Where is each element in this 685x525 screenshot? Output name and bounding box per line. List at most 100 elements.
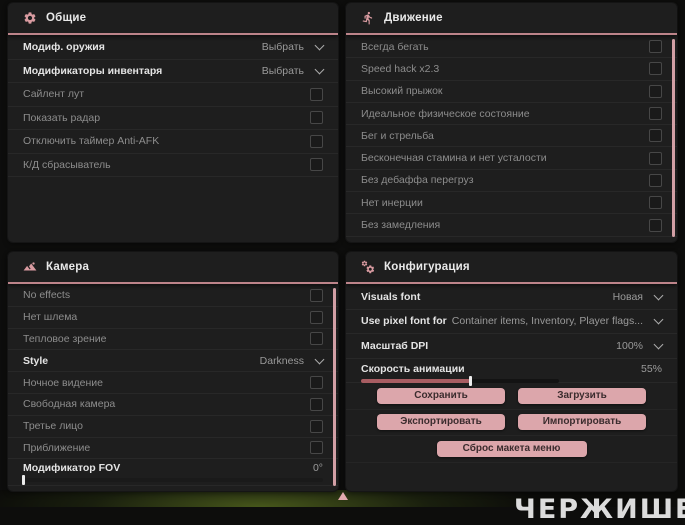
slider[interactable] bbox=[361, 375, 559, 386]
toggle-row[interactable]: Приближение bbox=[8, 438, 338, 460]
checkbox[interactable] bbox=[310, 419, 323, 433]
chevron-down-icon bbox=[653, 314, 664, 325]
toggle-row[interactable]: Всегда бегать bbox=[346, 36, 677, 59]
setting-label: Идеальное физическое состояние bbox=[361, 107, 530, 120]
toggle-row[interactable]: No effects bbox=[8, 285, 338, 307]
dropdown-value: Выбрать bbox=[261, 41, 304, 54]
runner-icon bbox=[361, 11, 375, 25]
slider-fill bbox=[361, 378, 470, 383]
toggle-row[interactable]: Ночное видение bbox=[8, 372, 338, 394]
dropdown[interactable]: Darkness bbox=[260, 354, 325, 367]
panel-camera: Камера No effects Нет шлема Тепловое зрени… bbox=[8, 252, 338, 491]
dropdown-row: Масштаб DPI 100% bbox=[346, 334, 677, 359]
dropdown[interactable]: 100% bbox=[616, 339, 664, 352]
checkbox[interactable] bbox=[310, 111, 323, 125]
setting-label: Нет инерции bbox=[361, 196, 423, 209]
button-row: Сброс макета меню bbox=[346, 436, 677, 463]
toggle-row[interactable]: Третье лицо bbox=[8, 416, 338, 438]
setting-label: Масштаб DPI bbox=[361, 339, 429, 352]
settings-rows: Модиф. оружия Выбрать Модификаторы инвента… bbox=[8, 36, 338, 238]
settings-rows: Всегда бегать Speed hack x2.3 Высокий прыж… bbox=[346, 36, 677, 238]
toggle-row[interactable]: Speed hack x2.3 bbox=[346, 58, 677, 81]
dropdown-value: Выбрать bbox=[261, 64, 304, 77]
toggle-row[interactable]: Тепловое зрение bbox=[8, 329, 338, 351]
cursor-triangle-icon bbox=[338, 492, 348, 500]
toggle-row[interactable]: Без замедления bbox=[346, 214, 677, 237]
toggle-row[interactable]: Идеальное физическое состояние bbox=[346, 103, 677, 126]
toggle-row[interactable]: Без дебаффа перегруз bbox=[346, 170, 677, 193]
checkbox[interactable] bbox=[310, 87, 323, 101]
slider-handle[interactable] bbox=[468, 375, 472, 386]
checkbox[interactable] bbox=[649, 62, 662, 76]
settings-rows: No effects Нет шлема Тепловое зрение Style D… bbox=[8, 285, 338, 487]
setting-label: Всегда бегать bbox=[361, 40, 429, 53]
checkbox[interactable] bbox=[649, 218, 662, 232]
dropdown[interactable]: Выбрать bbox=[261, 64, 325, 77]
setting-label: Скорость анимации bbox=[361, 362, 465, 375]
slider-handle[interactable] bbox=[22, 475, 25, 486]
setting-label: Visuals font bbox=[361, 290, 421, 303]
slider-value: 55% bbox=[640, 362, 662, 375]
checkbox[interactable] bbox=[310, 397, 323, 411]
toggle-row[interactable]: Бесконечная стамина и нет усталости bbox=[346, 147, 677, 170]
toggle-row[interactable]: Нет инерции bbox=[346, 192, 677, 215]
setting-label: Приближение bbox=[23, 441, 91, 454]
dropdown[interactable]: Выбрать bbox=[261, 40, 325, 54]
checkbox[interactable] bbox=[310, 158, 323, 172]
scrollbar[interactable] bbox=[672, 39, 675, 237]
checkbox[interactable] bbox=[649, 84, 662, 98]
toggle-row[interactable]: Нет шлема bbox=[8, 307, 338, 329]
checkbox[interactable] bbox=[649, 173, 662, 187]
dropdown[interactable]: Новая bbox=[613, 290, 664, 303]
chevron-down-icon bbox=[314, 64, 325, 75]
setting-label: Use pixel font for bbox=[361, 315, 447, 328]
settings-rows: Visuals font Новая Use pixel font for Conta… bbox=[346, 285, 677, 487]
panel-config-header: Конфигурация bbox=[346, 252, 677, 284]
chevron-down-icon bbox=[653, 339, 664, 350]
setting-label: Свободная камера bbox=[23, 398, 116, 411]
checkbox[interactable] bbox=[310, 376, 323, 390]
checkbox[interactable] bbox=[649, 40, 662, 54]
save-button[interactable]: Сохранить bbox=[377, 387, 505, 404]
setting-label: Style bbox=[23, 354, 49, 367]
panel-title: Камера bbox=[46, 261, 90, 273]
setting-label: Бег и стрельба bbox=[361, 129, 434, 142]
load-button[interactable]: Загрузить bbox=[518, 387, 646, 404]
setting-label: Нет шлема bbox=[23, 311, 78, 324]
slider-value: 0° bbox=[312, 462, 323, 475]
panel-title: Общие bbox=[46, 12, 87, 24]
checkbox[interactable] bbox=[310, 332, 323, 346]
dropdown-row: Style Darkness bbox=[8, 350, 338, 373]
checkbox[interactable] bbox=[310, 441, 323, 455]
image-icon bbox=[23, 260, 37, 274]
toggle-row[interactable]: Сайлент лут bbox=[8, 83, 338, 107]
scrollbar[interactable] bbox=[333, 288, 336, 486]
setting-label: Ночное видение bbox=[23, 376, 103, 389]
slider[interactable] bbox=[22, 475, 323, 486]
setting-label: Без дебаффа перегруз bbox=[361, 174, 474, 187]
toggle-row[interactable]: Высокий прыжок bbox=[346, 81, 677, 103]
toggle-row[interactable]: Бег и стрельба bbox=[346, 125, 677, 148]
checkbox[interactable] bbox=[310, 134, 323, 148]
checkbox[interactable] bbox=[649, 129, 662, 143]
button-row: Экспортировать Импортировать bbox=[346, 410, 677, 436]
toggle-row[interactable]: Показать радар bbox=[8, 107, 338, 130]
toggle-row[interactable]: К/Д сбрасыватель bbox=[8, 154, 338, 177]
setting-label: Высокий прыжок bbox=[361, 85, 443, 98]
export-button[interactable]: Экспортировать bbox=[377, 414, 505, 431]
checkbox[interactable] bbox=[649, 107, 662, 121]
checkbox[interactable] bbox=[310, 288, 323, 302]
toggle-row[interactable]: Свободная камера bbox=[8, 394, 338, 416]
checkbox[interactable] bbox=[649, 151, 662, 165]
dropdown-row: Visuals font Новая bbox=[346, 285, 677, 310]
dropdown[interactable]: Container items, Inventory, Player flags… bbox=[452, 314, 664, 327]
button-row: Сохранить Загрузить bbox=[346, 383, 677, 410]
dropdown-row: Модиф. оружия Выбрать bbox=[8, 36, 338, 60]
dropdown-row: Use pixel font for Container items, Inven… bbox=[346, 310, 677, 334]
panel-movement: Движение Всегда бегать Speed hack x2.3 Выс… bbox=[346, 3, 677, 242]
checkbox[interactable] bbox=[649, 196, 662, 210]
import-button[interactable]: Импортировать bbox=[518, 414, 646, 431]
reset-menu-layout-button[interactable]: Сброс макета меню bbox=[436, 440, 587, 457]
toggle-row[interactable]: Отключить таймер Anti-AFK bbox=[8, 130, 338, 154]
checkbox[interactable] bbox=[310, 310, 323, 324]
